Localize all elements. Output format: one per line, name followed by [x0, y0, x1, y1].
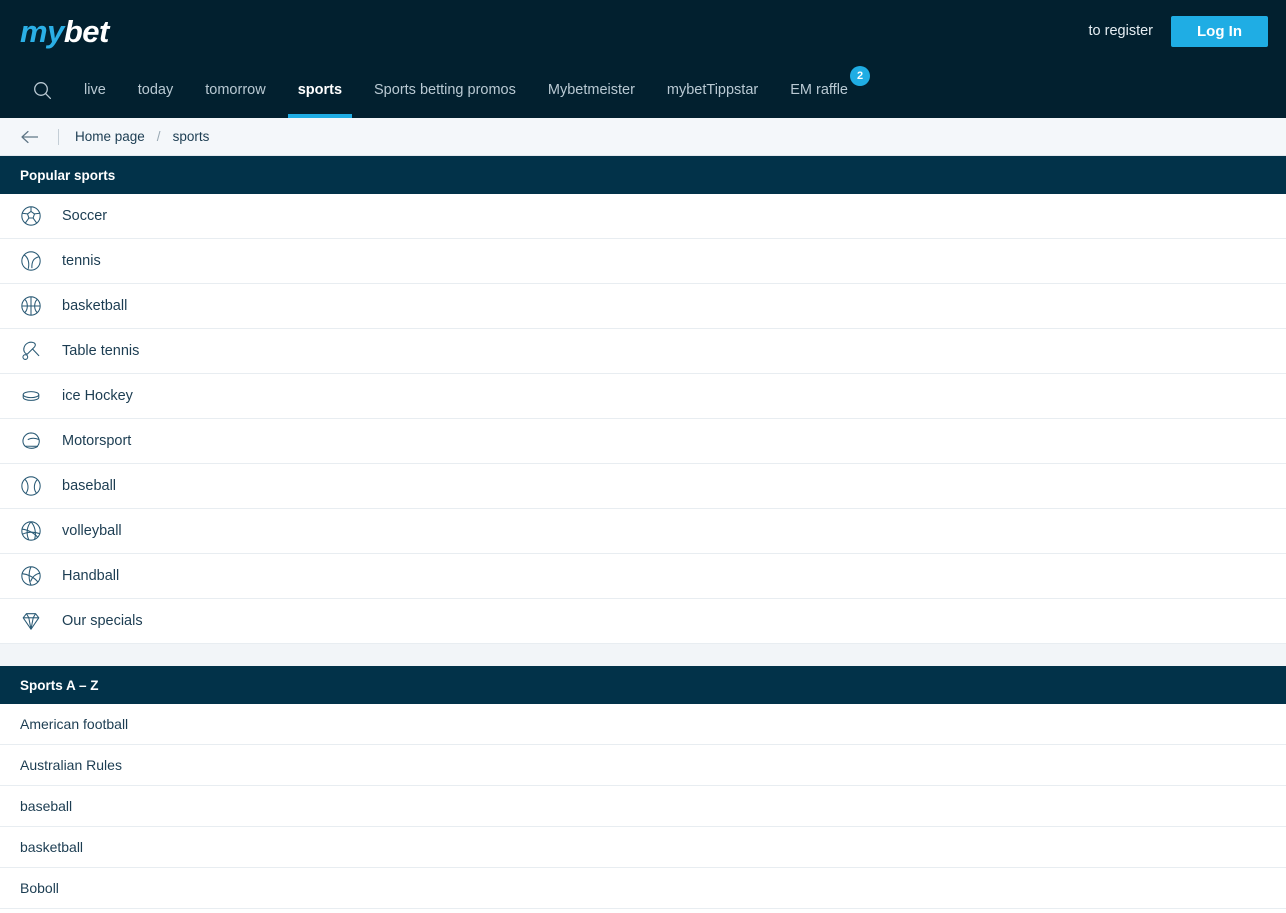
popular-sport-row[interactable]: Motorsport	[0, 419, 1286, 464]
nav-item-mybetmeister[interactable]: Mybetmeister	[532, 62, 651, 118]
baseball-icon	[20, 473, 50, 499]
popular-sport-label: Motorsport	[62, 433, 132, 449]
nav-item-label: Mybetmeister	[547, 82, 635, 98]
popular-sport-row[interactable]: baseball	[0, 464, 1286, 509]
diamond-icon	[20, 608, 50, 634]
nav-item-badge: 2	[850, 66, 870, 86]
main-navigation: live today tomorrow sports Sports betting pr…	[0, 62, 1286, 118]
sports-az-row[interactable]: baseball	[0, 786, 1286, 827]
popular-sport-label: ice Hockey	[62, 388, 133, 404]
nav-item-label: live	[84, 82, 106, 98]
sports-az-row[interactable]: Boboll	[0, 868, 1286, 909]
popular-sport-label: Handball	[62, 568, 120, 584]
nav-item-tomorrow[interactable]: tomorrow	[189, 62, 281, 118]
popular-sport-row[interactable]: Handball	[0, 554, 1286, 599]
register-link[interactable]: to register	[1089, 23, 1153, 39]
sports-az-label: American football	[20, 716, 129, 732]
popular-sport-row[interactable]: Table tennis	[0, 329, 1286, 374]
popular-sports-list: Soccer tennis basketball Table tennis ice Ho…	[0, 194, 1286, 644]
table-tennis-paddle-icon	[20, 338, 50, 364]
nav-item-label: tomorrow	[205, 82, 266, 98]
popular-sport-label: volleyball	[62, 523, 122, 539]
breadcrumb-divider	[58, 128, 59, 145]
soccer-ball-icon	[20, 203, 50, 229]
nav-item-today[interactable]: today	[122, 62, 189, 118]
breadcrumb-current: sports	[172, 129, 210, 144]
sports-az-row[interactable]: American football	[0, 704, 1286, 745]
popular-sport-row[interactable]: ice Hockey	[0, 374, 1286, 419]
back-arrow-icon[interactable]	[20, 130, 46, 144]
popular-sport-row[interactable]: Our specials	[0, 599, 1286, 644]
volleyball-icon	[20, 518, 50, 544]
sports-az-list: American football Australian Rules basebal…	[0, 704, 1286, 909]
breadcrumb: Home page / sports	[0, 118, 1286, 156]
search-icon[interactable]	[16, 62, 68, 118]
popular-sport-row[interactable]: volleyball	[0, 509, 1286, 554]
nav-item-sports[interactable]: sports	[282, 62, 358, 118]
mybet-logo[interactable]: mybet	[20, 16, 109, 47]
popular-sport-row[interactable]: Soccer	[0, 194, 1286, 239]
sports-az-label: Boboll	[20, 880, 59, 896]
popular-sport-row[interactable]: basketball	[0, 284, 1286, 329]
popular-sports-header: Popular sports	[0, 156, 1286, 194]
logo-text-bet: bet	[63, 13, 110, 49]
popular-sport-label: baseball	[62, 478, 117, 494]
handball-icon	[20, 563, 50, 589]
nav-item-mybettippstar[interactable]: mybetTippstar	[651, 62, 774, 118]
popular-sport-label: basketball	[62, 298, 128, 314]
popular-sport-label: Soccer	[62, 208, 108, 224]
tennis-ball-icon	[20, 248, 50, 274]
popular-sport-label: tennis	[62, 253, 101, 269]
nav-item-em-raffle[interactable]: EM raffle 2	[774, 62, 870, 118]
top-bar: mybet to register Log In	[0, 0, 1286, 62]
nav-item-label: today	[137, 82, 174, 98]
popular-sport-label: Table tennis	[62, 343, 140, 359]
login-button[interactable]: Log In	[1171, 15, 1268, 47]
sports-az-row[interactable]: Australian Rules	[0, 745, 1286, 786]
nav-item-label: Sports betting promos	[374, 82, 516, 98]
section-gap	[0, 644, 1286, 666]
nav-item-sports-betting-promos[interactable]: Sports betting promos	[358, 62, 532, 118]
sports-az-label: basketball	[20, 839, 84, 855]
nav-item-live[interactable]: live	[68, 62, 122, 118]
racing-helmet-icon	[20, 428, 50, 454]
basketball-icon	[20, 293, 50, 319]
nav-item-label: mybetTippstar	[666, 82, 759, 98]
nav-item-label: EM raffle	[790, 82, 848, 98]
sports-az-label: Australian Rules	[20, 757, 122, 773]
sports-az-label: baseball	[20, 798, 73, 814]
sports-az-header: Sports A – Z	[0, 666, 1286, 704]
popular-sport-row[interactable]: tennis	[0, 239, 1286, 284]
logo-text-my: my	[20, 13, 64, 49]
breadcrumb-separator: /	[156, 129, 161, 144]
popular-sport-label: Our specials	[62, 613, 143, 629]
top-bar-actions: to register Log In	[1089, 15, 1268, 47]
hockey-puck-icon	[20, 383, 50, 409]
breadcrumb-home-link[interactable]: Home page	[75, 129, 145, 144]
nav-item-label: sports	[297, 82, 343, 98]
sports-az-row[interactable]: basketball	[0, 827, 1286, 868]
